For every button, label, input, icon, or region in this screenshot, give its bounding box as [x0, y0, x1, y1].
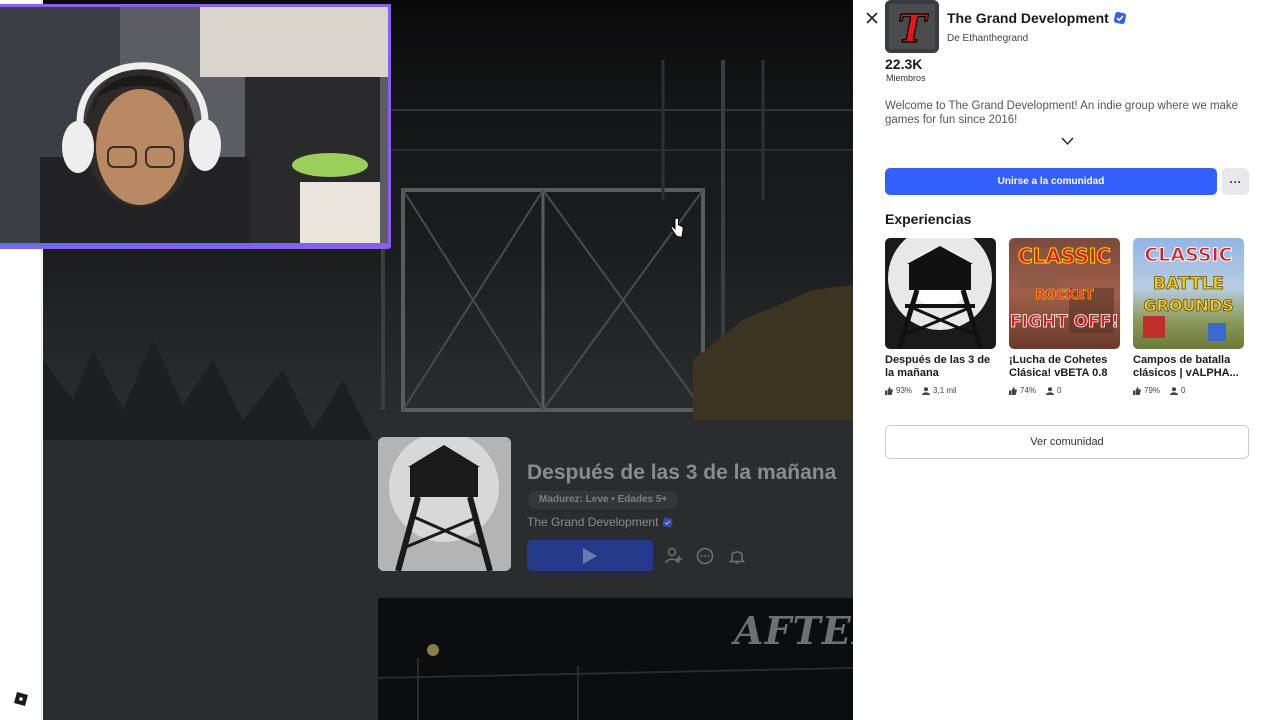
thumb-text-line: BATTLE — [1153, 274, 1225, 295]
webcam-overlay — [0, 4, 391, 249]
experience-players: 0 — [1181, 386, 1186, 395]
experience-title[interactable]: Después de las 3 de la mañana — [885, 354, 997, 381]
experience-thumbnail[interactable]: CLASSIC BATTLE GROUNDS — [1133, 238, 1244, 349]
play-icon — [583, 547, 597, 564]
thumb-text-line: CLASSIC — [1144, 244, 1233, 267]
experience-title[interactable]: Campos de batalla clásicos | vALPHA... — [1133, 354, 1245, 381]
banner-text: AFTER 3 — [734, 608, 853, 653]
community-name-row[interactable]: The Grand Development — [947, 10, 1127, 26]
more-options-button[interactable]: ··· — [1222, 168, 1249, 195]
experience-card[interactable]: CLASSIC ROCKET FIGHT OFF! ¡Lucha de Cohe… — [1009, 238, 1121, 395]
game-thumbnail — [378, 437, 511, 571]
community-owner[interactable]: De Ethanthegrand — [947, 33, 1028, 44]
experience-rating: 93% — [896, 386, 913, 395]
community-logo: T — [885, 0, 939, 53]
experience-players: 0 — [1057, 386, 1062, 395]
experience-rating: 74% — [1020, 386, 1037, 395]
members-count: 22.3K — [885, 56, 923, 72]
thumb-text-line: ROCKET — [1035, 288, 1094, 304]
experience-card[interactable]: CLASSIC BATTLE GROUNDS Campos de batalla… — [1133, 238, 1245, 395]
close-icon[interactable] — [864, 10, 880, 26]
hand-cursor-icon — [670, 218, 684, 238]
experience-title[interactable]: ¡Lucha de Cohetes Clásica! vBETA 0.8 — [1009, 354, 1121, 381]
thumbs-up-icon — [885, 386, 893, 395]
thumb-text-line: GROUNDS — [1143, 296, 1234, 316]
bell-icon[interactable] — [727, 546, 747, 566]
webcam-accent-bar — [0, 243, 388, 246]
players-icon — [1046, 386, 1055, 395]
experience-stats: 79% 0 — [1133, 386, 1245, 395]
logo-letter: T — [898, 6, 929, 51]
players-icon — [1170, 386, 1179, 395]
play-button[interactable] — [527, 540, 653, 571]
game-creator-name[interactable]: The Grand Development — [527, 515, 658, 529]
game-title: Después de las 3 de la mañana — [527, 461, 837, 484]
players-icon — [922, 386, 931, 395]
game-banner-image: AFTER 3 — [378, 598, 853, 720]
verified-badge-icon — [1113, 11, 1126, 25]
view-community-button[interactable]: Ver comunidad — [885, 425, 1249, 459]
thumb-text-line: FIGHT OFF! — [1009, 312, 1120, 333]
experience-stats: 74% 0 — [1009, 386, 1121, 395]
members-label: Miembros — [886, 73, 926, 83]
experiences-heading: Experiencias — [885, 211, 972, 227]
community-name[interactable]: The Grand Development — [947, 10, 1109, 26]
roblox-logo-icon[interactable] — [14, 692, 28, 706]
thumbs-up-icon — [1009, 386, 1017, 395]
add-friend-icon[interactable] — [664, 546, 684, 566]
thumb-text-line: CLASSIC — [1018, 244, 1112, 269]
experience-thumbnail[interactable]: CLASSIC ROCKET FIGHT OFF! — [1009, 238, 1120, 349]
thumbs-up-icon — [1133, 386, 1141, 395]
chat-icon[interactable] — [695, 546, 715, 566]
experience-thumbnail[interactable] — [885, 238, 996, 349]
join-community-button[interactable]: Unirse a la comunidad — [885, 168, 1217, 195]
experience-stats: 93% 3,1 mil — [885, 386, 997, 395]
maturity-badge: Madurez: Leve • Edades 5+ — [528, 491, 679, 509]
community-description: Welcome to The Grand Development! An ind… — [885, 100, 1239, 126]
experience-players: 3,1 mil — [933, 386, 957, 395]
chevron-down-icon[interactable] — [1061, 136, 1074, 146]
experience-card[interactable]: Después de las 3 de la mañana 93% 3,1 mi… — [885, 238, 997, 395]
experience-rating: 79% — [1144, 386, 1161, 395]
verified-badge-icon — [663, 517, 673, 527]
game-creator-link[interactable]: The Grand Development — [527, 515, 673, 529]
